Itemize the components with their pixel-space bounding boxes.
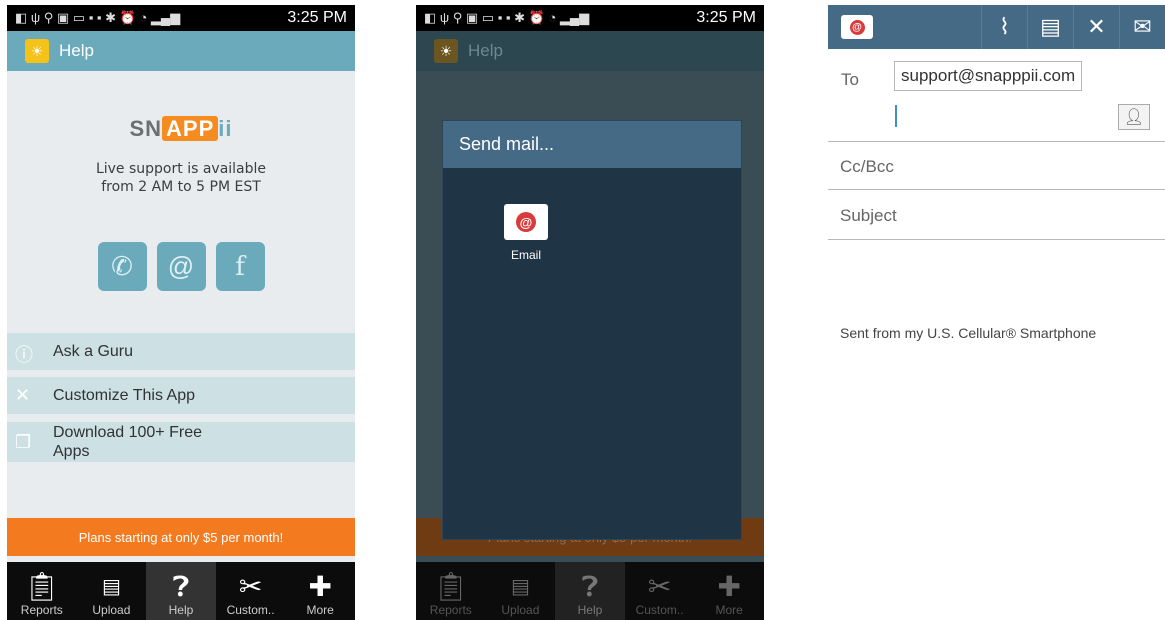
- clipboard-icon: 📋︎: [24, 571, 60, 602]
- notification-icons: ◧ ψ ⚲ ▣ ▭ ▪ ▪ ✱ ⏰ ◔ ▂▄▆: [424, 10, 590, 25]
- question-circle-icon: ⓘ: [15, 345, 33, 365]
- tab-upload[interactable]: ▤ Upload: [77, 562, 147, 620]
- at-icon: @: [167, 251, 195, 281]
- save-icon: ▤: [1040, 14, 1061, 39]
- support-hours: Live support is available from 2 AM to 5…: [95, 161, 267, 195]
- recipient-chip[interactable]: support@snapppii.com: [894, 61, 1083, 91]
- tab-more[interactable]: ✚ More: [285, 562, 355, 620]
- pdf-icon: ▤: [510, 576, 530, 598]
- help-icon: ❓︎: [581, 571, 599, 602]
- email-button[interactable]: @: [156, 242, 206, 291]
- paperclip-icon: ⌇: [999, 14, 1010, 39]
- page-title: Help: [468, 41, 503, 60]
- help-icon: ❓︎: [172, 571, 190, 602]
- menu-item-download-apps[interactable]: ❐ Download 100+ Free Apps: [7, 422, 355, 462]
- compose-toolbar: @ ⌇ ▤ ✕ ✉: [828, 5, 1165, 49]
- dialog-title: Send mail...: [443, 121, 741, 168]
- snappii-logo: SN APP ii: [129, 116, 233, 141]
- pdf-icon: ▤: [101, 576, 121, 598]
- action-bar: ☀ Help: [416, 31, 764, 71]
- email-app-option[interactable]: @ Email: [501, 204, 551, 262]
- plus-icon: ✚: [308, 571, 332, 602]
- send-mail-dialog: Send mail... @ Email: [442, 120, 742, 540]
- layers-icon: ❐: [15, 432, 32, 452]
- clock: 3:25 PM: [696, 9, 756, 26]
- close-icon: ✕: [1087, 14, 1106, 39]
- help-screen: ◧ ψ ⚲ ▣ ▭ ▪ ▪ ✱ ⏰ ◔ ▂▄▆ 3:25 PM ☀ Help S…: [7, 5, 355, 620]
- clipboard-icon: 📋︎: [433, 571, 469, 602]
- email-app-icon[interactable]: @: [841, 15, 873, 39]
- tab-reports: 📋︎ Reports: [429, 571, 472, 617]
- tab-help: ❓︎ Help: [555, 562, 625, 620]
- send-button[interactable]: ✉: [1119, 5, 1165, 49]
- email-app-label: Email: [510, 248, 541, 262]
- contact-buttons: ✆ @ f: [7, 242, 355, 291]
- to-label: To: [841, 70, 859, 89]
- status-bar: ◧ ψ ⚲ ▣ ▭ ▪ ▪ ✱ ⏰ ◔ ▂▄▆ 3:25 PM: [7, 5, 355, 31]
- tab-more: ✚ More: [715, 571, 743, 617]
- tab-upload: ▤ Upload: [486, 562, 556, 620]
- to-input-cursor[interactable]: [895, 105, 897, 127]
- attach-button[interactable]: ⌇: [981, 5, 1027, 49]
- tools-icon: ✕: [15, 385, 31, 405]
- tab-reports[interactable]: 📋︎ Reports: [7, 562, 77, 620]
- tab-help[interactable]: ❓︎ Help: [146, 562, 216, 620]
- contact-icon: 👤︎: [1123, 109, 1145, 126]
- menu-item-customize[interactable]: ✕ Customize This App: [7, 377, 355, 414]
- promo-banner[interactable]: Plans starting at only $5 per month!: [7, 518, 355, 556]
- facebook-button[interactable]: f: [215, 242, 265, 291]
- discard-button[interactable]: ✕: [1073, 5, 1119, 49]
- bottom-tab-bar: 📋︎ Reports ▤ Upload ❓︎ Help ✂ Custom.. ✚…: [7, 562, 355, 620]
- page-title: Help: [59, 41, 94, 60]
- app-icon[interactable]: ☀: [25, 39, 49, 63]
- phone-icon: ✆: [111, 251, 133, 281]
- bottom-tab-bar-dimmed: 📋︎ Reports ▤ Upload ❓︎ Help ✂ Custom.. ✚ More: [416, 562, 764, 620]
- plus-icon: ✚: [717, 571, 741, 602]
- app-icon: ☀: [434, 39, 458, 63]
- send-mail-icon: ✉: [1133, 14, 1152, 39]
- facebook-icon: f: [235, 251, 245, 282]
- send-mail-screen: ◧ ψ ⚲ ▣ ▭ ▪ ▪ ✱ ⏰ ◔ ▂▄▆ 3:25 PM ☀ Help P…: [416, 5, 764, 620]
- tools-icon: ✂: [647, 571, 672, 602]
- status-bar: ◧ ψ ⚲ ▣ ▭ ▪ ▪ ✱ ⏰ ◔ ▂▄▆ 3:25 PM: [416, 5, 764, 31]
- cc-bcc-field[interactable]: Cc/Bcc: [840, 157, 894, 177]
- menu-item-ask-guru[interactable]: ⓘ Ask a Guru: [7, 333, 355, 370]
- tab-custom: ✂ Custom..: [635, 571, 684, 617]
- compose-email-screen: @ ⌇ ▤ ✕ ✉ To support@snapppii.com 👤︎ Cc/…: [828, 5, 1165, 620]
- email-signature[interactable]: Sent from my U.S. Cellular® Smartphone: [840, 325, 1096, 341]
- save-draft-button[interactable]: ▤: [1027, 5, 1073, 49]
- clock: 3:25 PM: [287, 9, 347, 26]
- subject-field[interactable]: Subject: [840, 206, 897, 226]
- tools-icon: ✂: [238, 571, 263, 602]
- action-bar: ☀ Help: [7, 31, 355, 71]
- phone-button[interactable]: ✆: [97, 242, 147, 291]
- email-app-icon: @: [504, 204, 548, 240]
- contacts-button[interactable]: 👤︎: [1118, 104, 1150, 130]
- tab-custom[interactable]: ✂ Custom..: [216, 562, 286, 620]
- notification-icons: ◧ ψ ⚲ ▣ ▭ ▪ ▪ ✱ ⏰ ◔ ▂▄▆: [15, 10, 181, 25]
